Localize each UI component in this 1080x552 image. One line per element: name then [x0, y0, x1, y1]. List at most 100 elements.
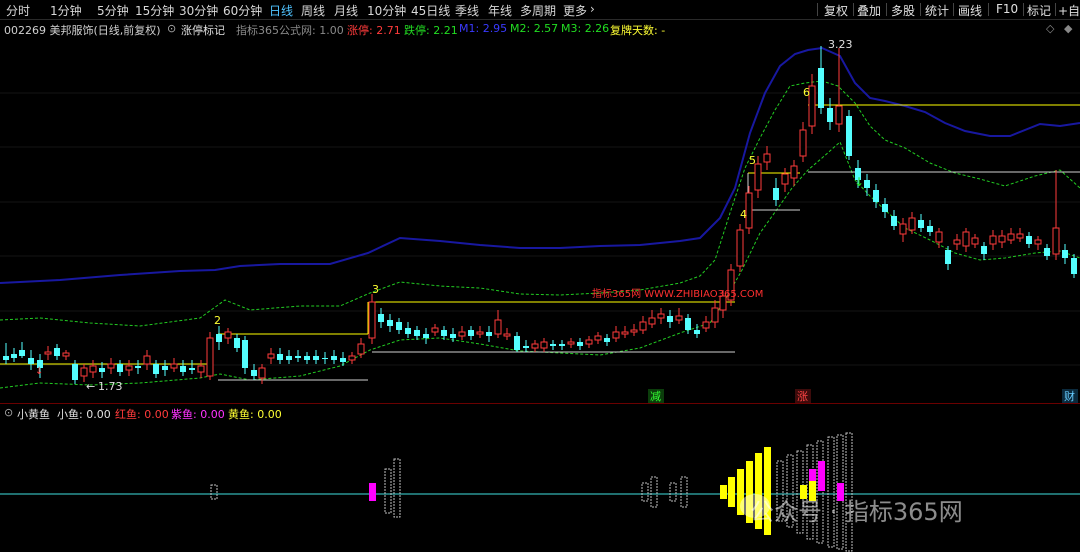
- period-10min[interactable]: 10分钟: [367, 2, 406, 19]
- period-multi[interactable]: 多周期: [520, 2, 556, 19]
- fish-bar-magenta: [818, 461, 825, 491]
- overlay-button[interactable]: 叠加: [857, 2, 881, 19]
- indicator-name[interactable]: 涨停标记: [181, 22, 225, 38]
- candle-body-up: [224, 331, 232, 339]
- period-yearly[interactable]: 年线: [488, 2, 512, 19]
- candle-body-down: [550, 344, 556, 346]
- sub-indicator-name[interactable]: 小黄鱼: [17, 406, 50, 422]
- candle-body-down: [873, 190, 879, 202]
- collapse-icon[interactable]: ◇: [1046, 22, 1054, 35]
- period-60min[interactable]: 60分钟: [223, 2, 262, 19]
- fuquan-button[interactable]: 复权: [824, 2, 848, 19]
- candle-body-up: [267, 353, 275, 359]
- high-price-label: 3.23: [828, 38, 853, 51]
- huangyu-value: 黄鱼: 0.00: [228, 408, 282, 421]
- m3-value: M3: 2.26: [561, 22, 610, 35]
- candle-body-down: [486, 332, 492, 336]
- period-monthly[interactable]: 月线: [334, 2, 358, 19]
- candle-body-up: [763, 153, 771, 163]
- candle-body-down: [180, 366, 186, 372]
- sub-indicator-chart[interactable]: [0, 421, 1080, 552]
- fish-bar-hollow: [669, 482, 677, 502]
- candle-body-down: [441, 330, 447, 336]
- tag-reduce: 减: [650, 390, 661, 403]
- fish-bar-magenta: [809, 469, 816, 481]
- mark-button[interactable]: 标记: [1027, 2, 1051, 19]
- fish-bar-magenta: [369, 483, 376, 501]
- resume-days-value: 复牌天数: -: [610, 24, 666, 37]
- candle-body-down: [864, 180, 870, 188]
- tag-rise: 涨: [797, 390, 808, 403]
- candle-body-up: [953, 239, 961, 245]
- f10-button[interactable]: F10: [996, 2, 1018, 16]
- candle-body-up: [1007, 233, 1015, 241]
- multi-stock-button[interactable]: 多股: [891, 2, 915, 19]
- candle-body-down: [450, 334, 456, 338]
- candle-body-up: [630, 329, 638, 333]
- add-watchlist-button[interactable]: +自选: [1058, 2, 1080, 19]
- period-more[interactable]: 更多: [563, 2, 587, 19]
- m2-value: M2: 2.57: [510, 22, 559, 35]
- limit-up-value: 涨停: 2.71: [347, 24, 401, 37]
- candle-body-up: [89, 365, 97, 373]
- candle-body-down: [304, 356, 310, 360]
- settings-icon[interactable]: ⊙: [4, 406, 13, 419]
- count-label-6: 6: [803, 86, 810, 99]
- period-45day[interactable]: 45日线: [411, 2, 450, 19]
- count-label-4: 4: [740, 208, 747, 221]
- settings-icon[interactable]: ⊙: [167, 22, 176, 35]
- candle-body-up: [736, 229, 744, 267]
- site-watermark: 指标365网 WWW.ZHIBIAO365.COM: [592, 287, 763, 300]
- candle-body-down: [846, 116, 852, 156]
- arrow-left-icon: ←: [86, 380, 95, 393]
- m3-dashed-line: [0, 141, 1080, 389]
- candle-body-up: [799, 129, 807, 157]
- period-intraday[interactable]: 分时: [6, 2, 30, 19]
- candle-body-down: [234, 338, 240, 348]
- period-15min[interactable]: 15分钟: [135, 2, 174, 19]
- candle-body-down: [153, 364, 159, 374]
- candle-body-down: [331, 356, 337, 360]
- candle-body-up: [675, 315, 683, 321]
- fish-bar-hollow: [393, 458, 401, 518]
- candle-body-down: [3, 356, 9, 360]
- draw-line-button[interactable]: 画线: [958, 2, 982, 19]
- candle-body-up: [702, 321, 710, 329]
- candle-body-up: [258, 367, 266, 379]
- candle-body-down: [523, 346, 529, 348]
- period-daily[interactable]: 日线: [269, 2, 293, 19]
- grid-lines: [0, 92, 1080, 366]
- m2-dashed-line: [0, 80, 1080, 327]
- statistics-button[interactable]: 统计: [925, 2, 949, 19]
- period-weekly[interactable]: 周线: [301, 2, 325, 19]
- period-30min[interactable]: 30分钟: [179, 2, 218, 19]
- candle-body-down: [1062, 250, 1068, 258]
- candle-body-down: [514, 336, 520, 350]
- period-quarterly[interactable]: 季线: [455, 2, 479, 19]
- candle-body-down: [827, 108, 833, 122]
- candle-body-down: [773, 188, 779, 200]
- limit-down-value: 跌停: 2.21: [404, 24, 458, 37]
- candle-body-down: [396, 322, 402, 330]
- candle-body-down: [54, 348, 60, 356]
- chevron-right-icon[interactable]: ›: [590, 2, 595, 16]
- candle-body-down: [340, 358, 346, 362]
- candle-body-down: [694, 330, 700, 334]
- period-5min[interactable]: 5分钟: [97, 2, 129, 19]
- candle-body-up: [781, 173, 789, 185]
- candle-body-down: [135, 366, 141, 368]
- period-1min[interactable]: 1分钟: [50, 2, 82, 19]
- stock-code-name[interactable]: 002269 美邦服饰(日线,前复权): [4, 22, 161, 38]
- candle-body-down: [295, 356, 301, 358]
- chart-marks: 3.23 1.73 ← 2 3 4 5 6 指标365网 WWW.ZHIBIAO…: [35, 38, 864, 393]
- candlestick-chart[interactable]: 3.23 1.73 ← 2 3 4 5 6 指标365网 WWW.ZHIBIAO…: [0, 38, 1080, 404]
- candle-body-down: [818, 68, 824, 108]
- candle-body-down: [559, 344, 565, 346]
- candle-body-down: [286, 356, 292, 360]
- expand-icon[interactable]: ◆: [1064, 22, 1072, 35]
- candle-body-up: [1016, 233, 1024, 239]
- xiaoyu-value: 小鱼: 0.00: [57, 408, 111, 421]
- candle-body-up: [835, 105, 843, 125]
- candle-body-up: [989, 235, 997, 245]
- fish-bar-hollow: [210, 484, 218, 500]
